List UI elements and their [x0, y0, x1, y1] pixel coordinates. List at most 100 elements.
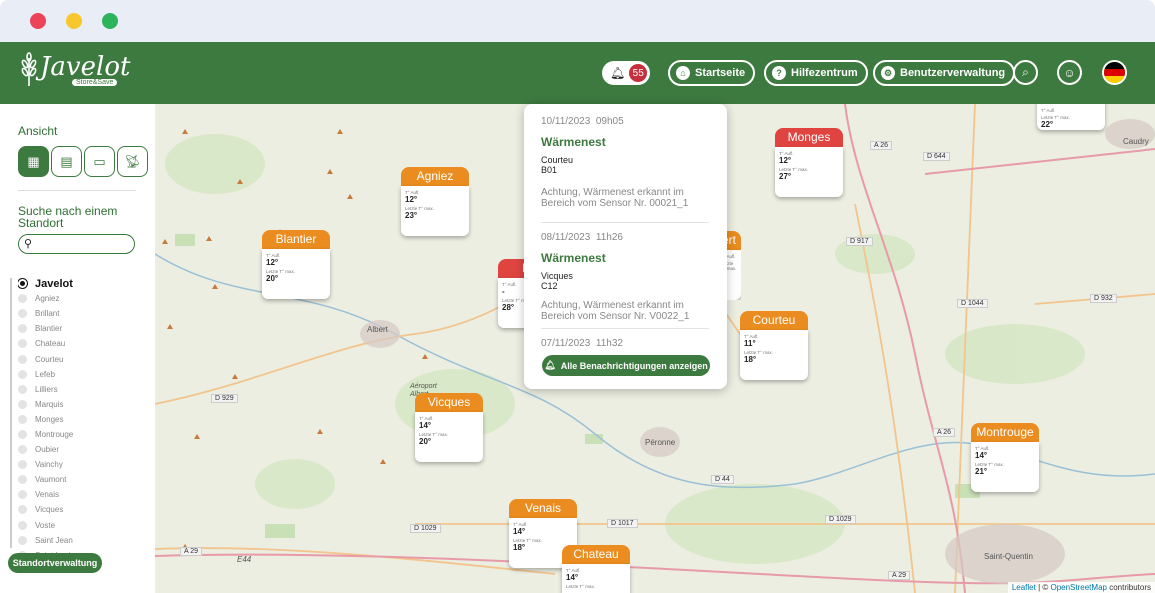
notification-item[interactable]: 10/11/2023 09h05 Wärmenest Courteu B01 A…	[541, 116, 706, 209]
location-list-item[interactable]: Venais	[18, 487, 148, 502]
site-card[interactable]: Courteu T° Aufl. 11° Letzte T° max. 18°	[740, 311, 808, 380]
location-list-item[interactable]: Vicques	[18, 502, 148, 517]
location-list: Javelot Agniez Brillant Blantier Chateau Cour…	[18, 276, 148, 556]
town-label: Albert	[367, 325, 388, 334]
window-titlebar	[0, 0, 1155, 42]
road-label: A 26	[933, 428, 956, 437]
startseite-button[interactable]: ⌂ Startseite	[668, 60, 756, 86]
radio-icon	[18, 445, 27, 455]
location-name: Agniez	[35, 294, 60, 304]
hilfezentrum-button[interactable]: ? Hilfezentrum	[764, 60, 868, 86]
current-temp-value: 12°	[779, 156, 792, 165]
site-card-body: T° Aufl. 12° Letzte T° max. 20°	[262, 249, 330, 299]
location-list-item[interactable]: Saint Jean	[18, 533, 148, 548]
user-profile-button[interactable]: ☺	[1057, 60, 1082, 85]
location-search-input[interactable]: ⚲	[18, 234, 135, 254]
site-card[interactable]: Agniez T° Aufl. 12° Letzte T° max. 23°	[401, 167, 469, 236]
location-list-scrollbar[interactable]	[10, 278, 12, 548]
location-list-item[interactable]: Javelot	[18, 276, 148, 291]
road-label: D 1017	[607, 519, 638, 528]
location-list-item[interactable]: Vainchy	[18, 457, 148, 472]
search-button[interactable]: ⌕	[1013, 60, 1038, 85]
current-temp-value: 14°	[419, 421, 432, 430]
location-name: Saint Jean	[35, 535, 73, 545]
notification-slot: B01	[541, 165, 558, 175]
radio-icon	[18, 505, 27, 515]
location-name: Lefeb	[35, 369, 56, 379]
location-list-item[interactable]: Montrouge	[18, 427, 148, 442]
location-name: Montrouge	[35, 429, 74, 439]
current-temp-value: 12°	[266, 258, 279, 267]
site-card[interactable]: Chateau T° Aufl. 14° Letzte T° max.	[562, 545, 630, 593]
site-card-body: T° Aufl. 14° Letzte T° max.	[562, 564, 630, 593]
site-card-title: Agniez	[401, 167, 469, 186]
notification-time: 11h32	[595, 338, 623, 346]
javelot-logo[interactable]: Javelot Store&Save	[20, 50, 130, 96]
site-card[interactable]: T° Aufl. Letzte T° max. 22°	[1037, 104, 1105, 130]
location-list-item[interactable]: Oubier	[18, 442, 148, 457]
site-card-title: Monges	[775, 128, 843, 147]
notification-title: Wärmenest	[541, 135, 606, 149]
location-list-item[interactable]: Brillant	[18, 306, 148, 321]
radio-icon	[18, 294, 27, 304]
map-view-button[interactable]: ▦	[18, 146, 49, 177]
leaflet-link[interactable]: Leaflet	[1012, 583, 1036, 592]
divider	[18, 190, 136, 191]
standortverwaltung-button[interactable]: Standortverwaltung	[8, 553, 102, 573]
maximize-window-button[interactable]	[102, 13, 118, 29]
site-card[interactable]: Blantier T° Aufl. 12° Letzte T° max. 20°	[262, 230, 330, 299]
notification-slot: C12	[541, 281, 558, 291]
location-list-item[interactable]: Chateau	[18, 336, 148, 351]
site-card-title: Courteu	[740, 311, 808, 330]
road-label: D 929	[211, 394, 238, 403]
sensor-view-button[interactable]: 📡︎	[117, 146, 148, 177]
location-list-item[interactable]: Voste	[18, 518, 148, 533]
road-label: D 1029	[825, 515, 856, 524]
location-list-item[interactable]: Vaumont	[18, 472, 148, 487]
radio-icon	[18, 324, 27, 334]
card-view-button[interactable]: ▭	[84, 146, 115, 177]
bell-icon: 🔔︎	[610, 66, 626, 80]
table-view-button[interactable]: ▤	[51, 146, 82, 177]
location-list-item[interactable]: Courteu	[18, 351, 148, 366]
site-card-title: Montrouge	[971, 423, 1039, 442]
notifications-button[interactable]: 🔔︎ 55	[602, 61, 650, 85]
max-temp-value: 27°	[779, 172, 792, 181]
site-card[interactable]: Vicques T° Aufl. 14° Letzte T° max. 20°	[415, 393, 483, 462]
location-list-item[interactable]: Lilliers	[18, 382, 148, 397]
sidebar: Ansicht ▦ ▤ ▭ 📡︎ Suche nach einem Stando…	[0, 104, 155, 593]
radio-icon	[18, 309, 27, 319]
notification-location: Courteu	[541, 155, 574, 165]
location-list-item[interactable]: Agniez	[18, 291, 148, 306]
town-label: Caudry	[1123, 137, 1149, 146]
divider	[541, 222, 709, 223]
site-card-body: T° Aufl. 12° Letzte T° max. 23°	[401, 186, 469, 236]
osm-link[interactable]: OpenStreetMap	[1050, 583, 1106, 592]
notification-date: 10/11/2023	[541, 116, 591, 127]
notification-item[interactable]: 07/11/2023 11h32	[541, 338, 706, 346]
site-card[interactable]: Monges T° Aufl. 12° Letzte T° max. 27°	[775, 128, 843, 197]
language-flag-germany-icon[interactable]	[1102, 60, 1127, 85]
notification-item[interactable]: 08/11/2023 11h26 Wärmenest Vicques C12 A…	[541, 232, 706, 322]
road-label: D 44	[711, 475, 734, 484]
minimize-window-button[interactable]	[66, 13, 82, 29]
location-list-item[interactable]: Lefeb	[18, 367, 148, 382]
max-temp-value: 23°	[405, 211, 418, 220]
road-label: A 29	[180, 547, 203, 556]
location-list-item[interactable]: Monges	[18, 412, 148, 427]
road-label: D 917	[846, 237, 873, 246]
attribution-separator: | ©	[1035, 583, 1051, 592]
site-card[interactable]: Montrouge T° Aufl. 14° Letzte T° max. 21°	[971, 423, 1039, 492]
search-icon: ⌕	[1022, 65, 1029, 79]
location-list-item[interactable]: Marquis	[18, 397, 148, 412]
benutzerverwaltung-button[interactable]: ⚙ Benutzerverwaltung	[873, 60, 1016, 86]
max-temp-value: 21°	[975, 467, 988, 476]
radio-icon	[18, 414, 27, 424]
road-label: D 1029	[410, 524, 441, 533]
road-label: A 26	[870, 141, 893, 150]
radio-icon	[18, 520, 27, 530]
close-window-button[interactable]	[30, 13, 46, 29]
location-list-item[interactable]: Blantier	[18, 321, 148, 336]
site-card-title: Blantier	[262, 230, 330, 249]
show-all-notifications-button[interactable]: 🔔︎ Alle Benachrichtigungen anzeigen	[542, 355, 710, 376]
